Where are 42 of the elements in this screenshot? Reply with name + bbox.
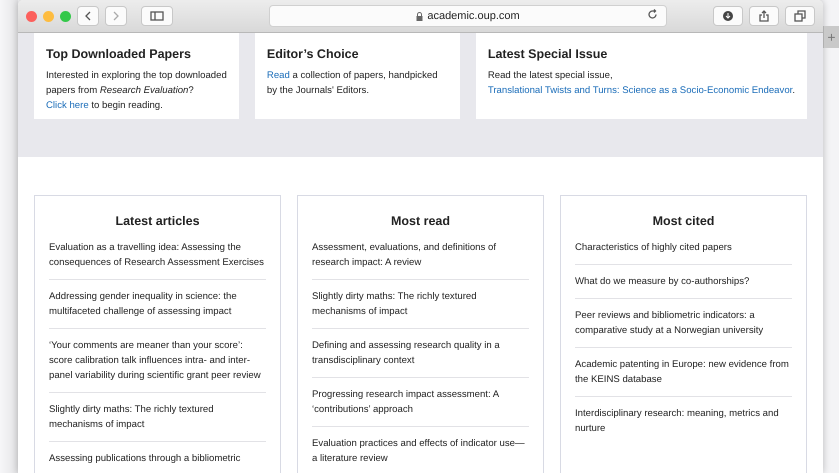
download-icon: [723, 11, 733, 21]
share-button[interactable]: [749, 6, 779, 26]
card-text: Interested in exploring the top downloaded papers from Research Evaluation? Click here to begin reading.: [46, 69, 227, 113]
lock-icon: [416, 12, 424, 20]
article-link[interactable]: Addressing gender inequality in science: the multifaceted challenge of assessing impact: [49, 284, 266, 329]
reload-icon: [647, 9, 658, 20]
article-link[interactable]: ‘Your comments are meaner than your score’: score calibration talk influences intra- and inter-panel variability during scientific grant peer review: [49, 333, 266, 393]
tabs-button[interactable]: [785, 6, 815, 26]
text-link[interactable]: Read: [266, 70, 290, 81]
card-title: Latest Special Issue: [488, 47, 608, 61]
back-button[interactable]: [77, 6, 99, 26]
article-link[interactable]: Interdisciplinary research: meaning, metrics and nurture: [575, 401, 792, 445]
article-link[interactable]: Assessment, evaluations, and definitions of research impact: A review: [312, 235, 529, 280]
sidebar-icon: [150, 11, 164, 21]
article-link[interactable]: Evaluation practices and effects of indicator use—a literature review: [312, 431, 529, 473]
card-title: Editor’s Choice: [266, 47, 360, 61]
article-link[interactable]: Progressing research impact assessment: A ‘contributions’ approach: [312, 382, 529, 427]
article-link[interactable]: Defining and assessing research quality in a transdisciplinary context: [312, 333, 529, 378]
address-bar[interactable]: academic.oup.com: [269, 5, 667, 27]
article-link[interactable]: Characteristics of highly cited papers: [575, 235, 792, 265]
chevron-left-icon: [84, 11, 92, 21]
article-link[interactable]: Peer reviews and bibliometric indicators: a comparative study at a Norwegian university: [575, 303, 792, 348]
card-title: Top Downloaded Papers: [46, 47, 192, 61]
card-text: Read the latest special issue, Translational Twists and Turns: Science as a Socio-Economic Endeavor.: [488, 69, 795, 98]
panel-title: Most read: [390, 214, 452, 228]
article-link[interactable]: Assessing publications through a bibliometric: [49, 446, 266, 473]
sidebar-button[interactable]: [141, 6, 173, 26]
panel-title: Latest articles: [114, 214, 201, 228]
card-text: Read a collection of papers, handpicked by the Journals' Editors.: [266, 69, 439, 98]
tabs-icon: [794, 10, 806, 22]
url-text: academic.oup.com: [427, 10, 520, 22]
chevron-right-icon: [112, 11, 120, 21]
text-link[interactable]: Click here: [46, 100, 89, 111]
panel-title: Most cited: [652, 214, 716, 228]
download-button[interactable]: [713, 6, 743, 26]
article-link[interactable]: Academic patenting in Europe: new evidence from the KEINS database: [575, 352, 792, 397]
share-icon: [759, 10, 769, 22]
article-link[interactable]: What do we measure by co-authorships?: [575, 269, 792, 299]
text-link[interactable]: Translational Twists and Turns: Science as a Socio-Economic Endeavor: [488, 85, 792, 96]
article-link[interactable]: Evaluation as a travelling idea: Assessing the consequences of Research Assessment Exercises: [49, 235, 266, 280]
article-link[interactable]: Slightly dirty maths: The richly textured mechanisms of impact: [312, 284, 529, 329]
article-link[interactable]: Slightly dirty maths: The richly textured mechanisms of impact: [49, 397, 266, 442]
